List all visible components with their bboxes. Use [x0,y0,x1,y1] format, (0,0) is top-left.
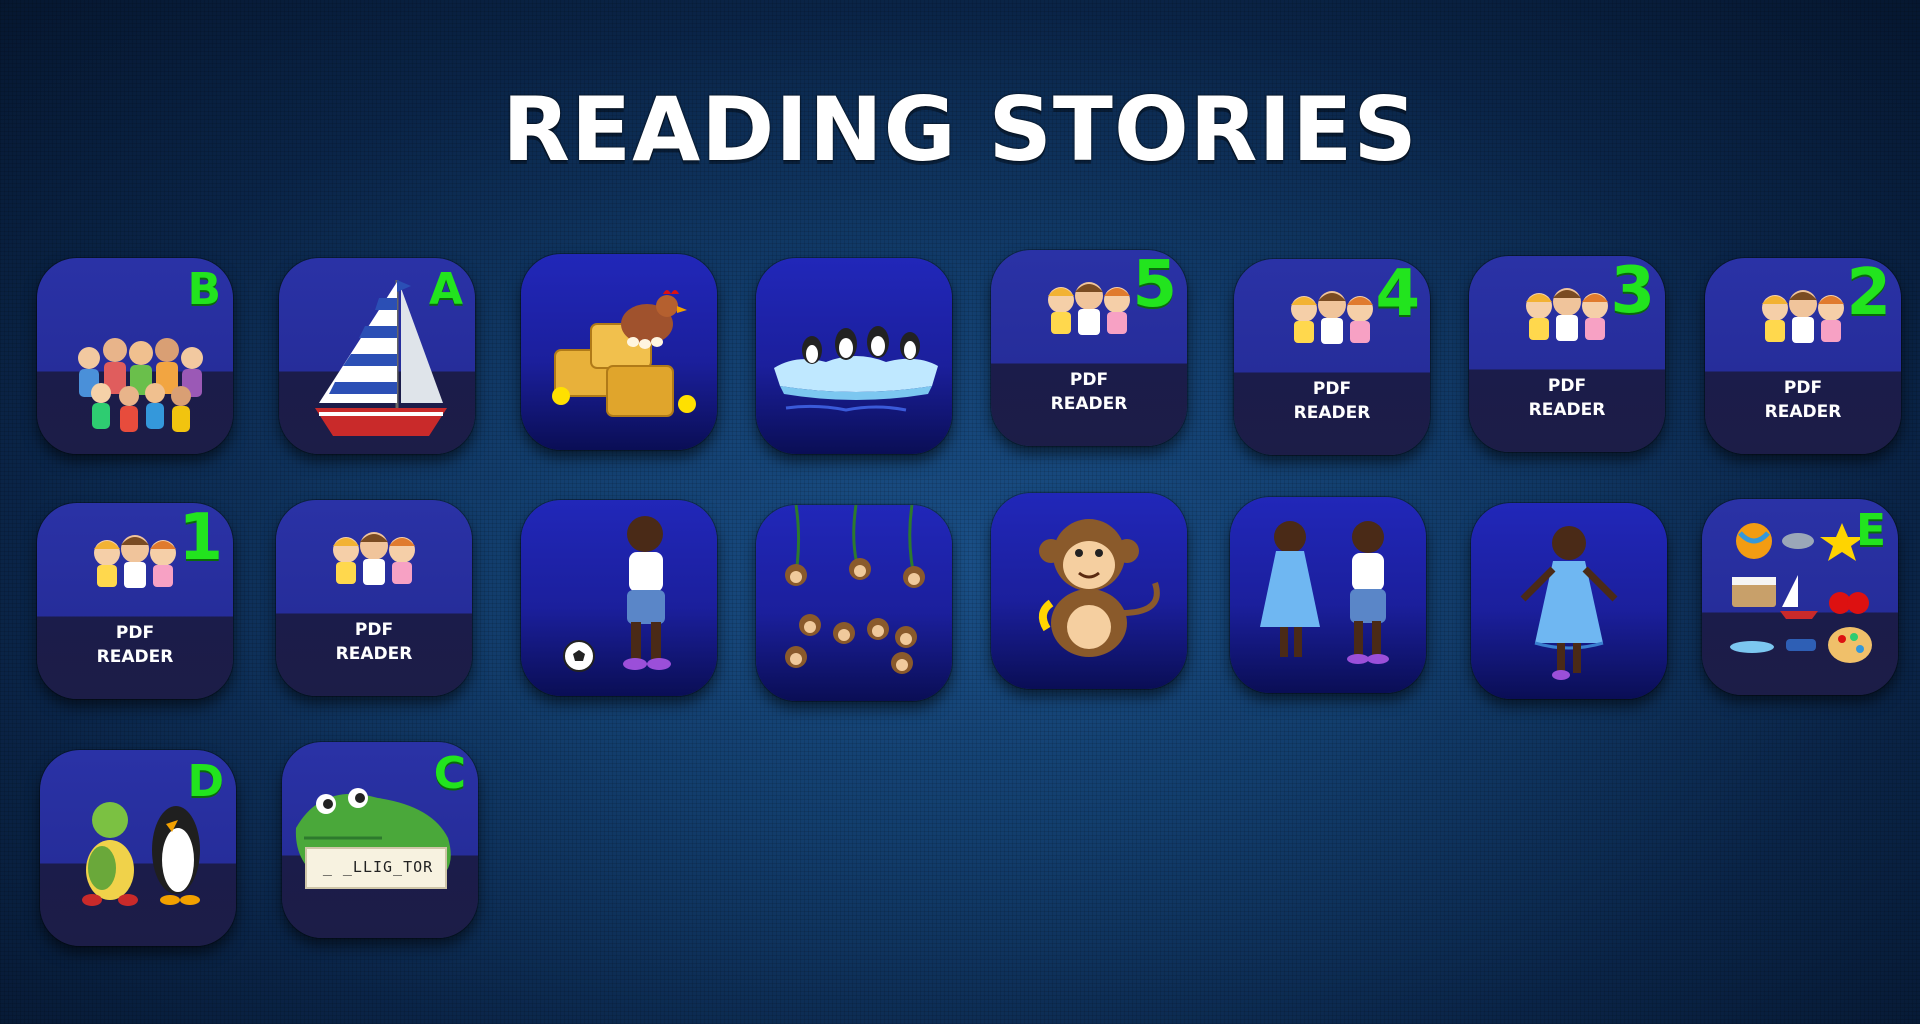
hen-hay-icon [552,290,696,417]
pdf-reader-label: PDF READER [1469,374,1665,422]
story-tile-objects[interactable]: E [1702,499,1898,695]
story-tile-hen[interactable] [521,254,717,450]
pdf-label-line2: READER [1528,400,1606,420]
story-tile-pdf-2[interactable]: 2 PDF READER [1705,258,1901,454]
pdf-label-line1: PDF [1312,379,1352,399]
pdf-label-line1: PDF [1547,376,1587,396]
pdf-label-line2: READER [335,644,413,664]
girl-and-boy-icon [1260,521,1389,664]
tile-number: 4 [1375,259,1420,331]
tile-letter: E [1855,505,1886,556]
story-tile-pdf[interactable]: PDF READER [276,500,472,696]
pdf-reader-label: PDF READER [991,368,1187,416]
tile-letter: D [187,756,224,807]
story-tile-sailboat[interactable]: A [279,258,475,454]
story-tile-family[interactable]: B [37,258,233,454]
tile-letter: C [433,748,466,799]
story-tile-pdf-5[interactable]: 5 PDF READER [991,250,1187,446]
tile-number: 1 [178,503,223,575]
story-tile-pdf-4[interactable]: 4 PDF READER [1234,259,1430,455]
story-tile-monkeys[interactable] [756,505,952,701]
boy-soccer-icon [563,516,671,672]
pdf-reader-label: PDF READER [1705,376,1901,424]
pdf-label-line2: READER [1764,402,1842,422]
pdf-label-line1: PDF [115,623,155,643]
pdf-label-line2: READER [1293,403,1371,423]
pdf-reader-label: PDF READER [276,618,472,666]
pdf-label-line1: PDF [1783,378,1823,398]
girl-dress-icon [1520,526,1618,680]
pdf-label-line1: PDF [354,620,394,640]
pdf-reader-label: PDF READER [1234,377,1430,425]
story-tile-girl-boy[interactable] [1230,497,1426,693]
story-tile-monkey-banana[interactable] [991,493,1187,689]
tile-letter: B [187,264,221,315]
tile-number: 3 [1610,256,1655,328]
tile-number: 2 [1846,258,1891,330]
story-tile-penguins[interactable] [756,258,952,454]
monkeys-vines-icon [785,505,925,674]
page-title: READING STORIES [502,78,1418,181]
story-tile-girl[interactable] [1471,503,1667,699]
tile-number: 5 [1132,250,1177,322]
monkey-banana-icon [1038,519,1160,657]
kids-icon [333,532,415,585]
penguins-iceberg-icon [774,326,938,412]
pdf-label-line2: READER [1050,394,1128,414]
story-tile-pdf-1[interactable]: 1 PDF READER [37,503,233,699]
pdf-reader-label: PDF READER [37,621,233,669]
pdf-label-line2: READER [96,647,174,667]
story-tile-turtle-penguin[interactable]: D [40,750,236,946]
alligator-caption: _ _LLIG_TOR [322,858,434,876]
story-tile-boy[interactable] [521,500,717,696]
story-tile-alligator[interactable]: _ _LLIG_TOR C [282,742,478,938]
pdf-label-line1: PDF [1069,370,1109,390]
story-tile-pdf-3[interactable]: 3 PDF READER [1469,256,1665,452]
tile-letter: A [428,264,463,315]
